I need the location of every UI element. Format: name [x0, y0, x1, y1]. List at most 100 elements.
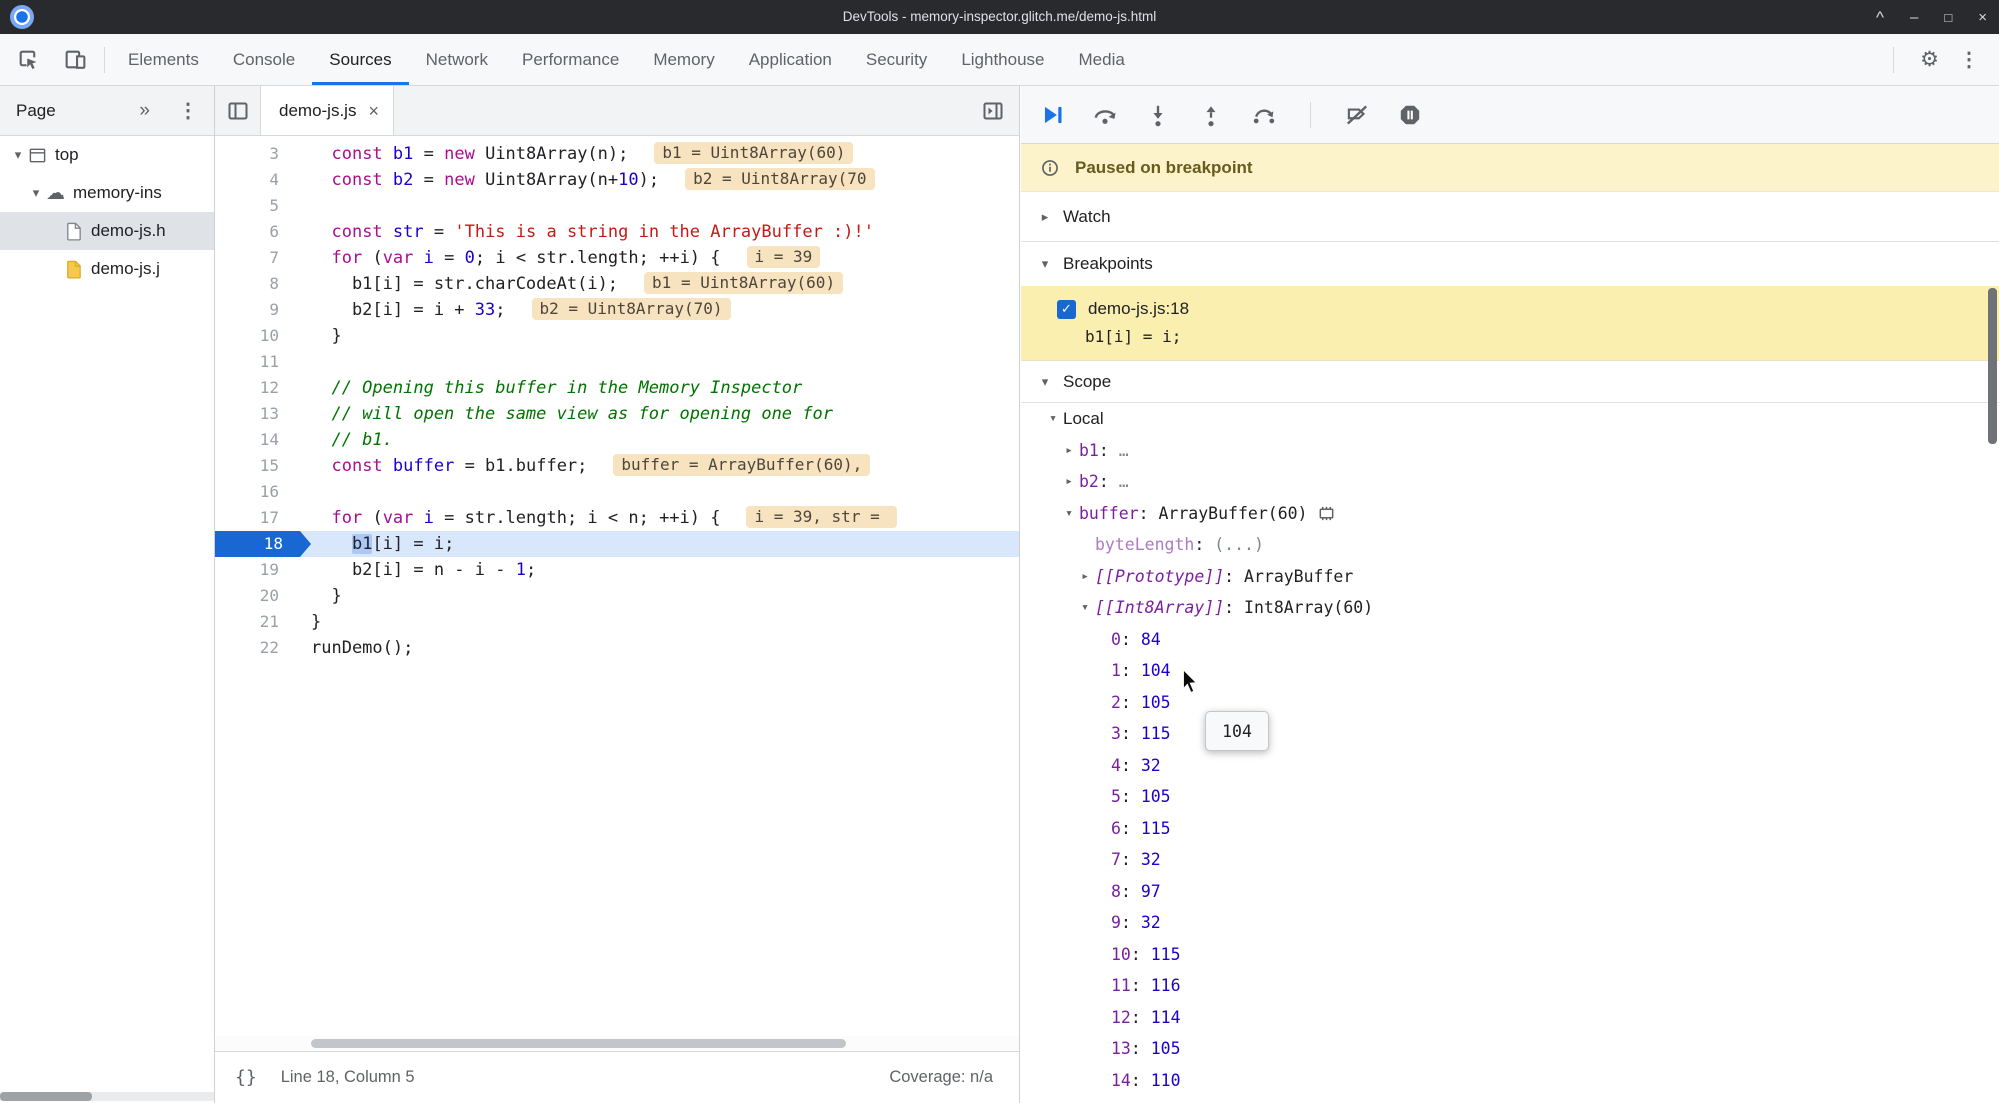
code-line-18[interactable]: 18 b1[i] = i; [215, 531, 1019, 557]
tree-item-demo-js-j[interactable]: demo-js.j [0, 250, 214, 288]
scope-row[interactable]: 6: 115 [1021, 813, 1999, 845]
pause-on-exceptions-icon[interactable] [1397, 102, 1423, 128]
line-number[interactable]: 21 [215, 609, 297, 635]
line-number[interactable]: 22 [215, 635, 297, 661]
line-number[interactable]: 19 [215, 557, 297, 583]
watch-section-header[interactable]: ▸ Watch [1021, 192, 1999, 242]
scope-row[interactable]: 5: 105 [1021, 781, 1999, 813]
code-line-8[interactable]: 8 b1[i] = str.charCodeAt(i); b1 = Uint8Ar… [215, 271, 1019, 297]
sidebar-scrollbar-thumb[interactable] [0, 1092, 92, 1101]
file-tab-demo-js[interactable]: demo-js.js × [260, 86, 394, 135]
code-line-16[interactable]: 16 [215, 479, 1019, 505]
close-tab-icon[interactable]: × [368, 102, 379, 120]
code-line-17[interactable]: 17 for (var i = str.length; i < n; ++i) … [215, 505, 1019, 531]
code-line-21[interactable]: 21} [215, 609, 1019, 635]
toggle-debugger-sidebar-icon[interactable] [980, 98, 1005, 123]
line-number[interactable]: 10 [215, 323, 297, 349]
scope-row[interactable]: 3: 115 [1021, 718, 1999, 750]
scope-row[interactable]: 2: 105 [1021, 687, 1999, 719]
line-number[interactable]: 5 [215, 193, 297, 219]
code-line-22[interactable]: 22 runDemo(); [215, 635, 1019, 661]
step-over-icon[interactable] [1092, 102, 1118, 128]
code-line-15[interactable]: 15 const buffer = b1.buffer; buffer = Arr… [215, 453, 1019, 479]
line-number[interactable]: 7 [215, 245, 297, 271]
code-line-3[interactable]: 3 const b1 = new Uint8Array(n); b1 = Uint… [215, 141, 1019, 167]
scope-section-header[interactable]: ▾ Scope [1021, 361, 1999, 403]
step-into-icon[interactable] [1145, 102, 1171, 128]
tab-sources[interactable]: Sources [312, 34, 408, 85]
code-area[interactable]: 3 const b1 = new Uint8Array(n); b1 = Uint… [215, 136, 1019, 1036]
expand-arrow-icon[interactable]: ▾ [26, 185, 46, 201]
scope-row[interactable]: ▾ Local [1021, 403, 1999, 435]
step-out-icon[interactable] [1198, 102, 1224, 128]
code-line-11[interactable]: 11 [215, 349, 1019, 375]
scope-row[interactable]: 12: 114 [1021, 1002, 1999, 1034]
inspect-element-icon[interactable] [16, 47, 41, 72]
tree-item-top[interactable]: ▾ top [0, 136, 214, 174]
expand-arrow-icon[interactable]: ▾ [1075, 600, 1095, 615]
scope-row[interactable]: 9: 32 [1021, 907, 1999, 939]
line-number[interactable]: 17 [215, 505, 297, 531]
scope-row[interactable]: 8: 97 [1021, 876, 1999, 908]
chevron-down-icon[interactable]: ▾ [1035, 256, 1055, 272]
line-number[interactable]: 9 [215, 297, 297, 323]
expand-arrow-icon[interactable]: ▸ [1059, 443, 1079, 458]
scope-row[interactable]: 0: 84 [1021, 624, 1999, 656]
expand-arrow-icon[interactable]: ▾ [1043, 411, 1063, 426]
scope-row[interactable]: 4: 32 [1021, 750, 1999, 782]
tab-security[interactable]: Security [849, 34, 944, 85]
code-line-20[interactable]: 20 } [215, 583, 1019, 609]
line-number[interactable]: 3 [215, 141, 297, 167]
code-line-4[interactable]: 4 const b2 = new Uint8Array(n+10); b2 = U… [215, 167, 1019, 193]
line-number[interactable]: 12 [215, 375, 297, 401]
tab-lighthouse[interactable]: Lighthouse [944, 34, 1061, 85]
scope-row[interactable]: ▸ [[Prototype]]: ArrayBuffer [1021, 561, 1999, 593]
scope-row[interactable]: ▾ buffer: ArrayBuffer(60) [1021, 498, 1999, 530]
tab-network[interactable]: Network [409, 34, 505, 85]
settings-gear-icon[interactable]: ⚙ [1920, 47, 1939, 72]
line-number[interactable]: 20 [215, 583, 297, 609]
tab-page[interactable]: Page [16, 101, 56, 121]
breakpoint-checkbox[interactable]: ✓ [1057, 299, 1076, 319]
editor-horizontal-scrollbar[interactable] [215, 1036, 1019, 1051]
tab-media[interactable]: Media [1062, 34, 1142, 85]
scope-row[interactable]: ▸ b1: … [1021, 435, 1999, 467]
expand-arrow-icon[interactable]: ▾ [1059, 506, 1079, 521]
scope-row[interactable]: 10: 115 [1021, 939, 1999, 971]
code-line-19[interactable]: 19 b2[i] = n - i - 1; [215, 557, 1019, 583]
scope-row[interactable]: ▸ b2: … [1021, 466, 1999, 498]
code-line-9[interactable]: 9 b2[i] = i + 33; b2 = Uint8Array(70) [215, 297, 1019, 323]
tab-application[interactable]: Application [732, 34, 849, 85]
code-line-5[interactable]: 5 [215, 193, 1019, 219]
scope-row[interactable]: 13: 105 [1021, 1033, 1999, 1065]
tab-performance[interactable]: Performance [505, 34, 636, 85]
more-tabs-icon[interactable]: » [139, 100, 150, 122]
scope-row[interactable]: 14: 110 [1021, 1065, 1999, 1097]
panel-vertical-scrollbar-thumb[interactable] [1988, 288, 1997, 444]
pretty-print-icon[interactable]: {} [235, 1067, 257, 1088]
scope-row[interactable]: 1: 104 [1021, 655, 1999, 687]
line-number[interactable]: 11 [215, 349, 297, 375]
maximize-icon[interactable]: □ [1944, 11, 1952, 24]
chevron-down-icon[interactable]: ▾ [1035, 374, 1055, 390]
sidebar-horizontal-scrollbar[interactable] [0, 1092, 214, 1101]
code-line-13[interactable]: 13 // will open the same view as for ope… [215, 401, 1019, 427]
tab-elements[interactable]: Elements [111, 34, 216, 85]
line-number[interactable]: 4 [215, 167, 297, 193]
chevron-right-icon[interactable]: ▸ [1035, 209, 1055, 225]
scope-row[interactable]: 7: 32 [1021, 844, 1999, 876]
minimize-icon[interactable]: – [1910, 10, 1918, 25]
keep-on-top-icon[interactable]: ^ [1876, 9, 1884, 26]
tree-item-demo-js-h[interactable]: demo-js.h [0, 212, 214, 250]
step-icon[interactable] [1251, 102, 1277, 128]
line-number[interactable]: 6 [215, 219, 297, 245]
editor-scrollbar-thumb[interactable] [311, 1039, 846, 1048]
code-line-6[interactable]: 6 const str = 'This is a string in the A… [215, 219, 1019, 245]
expand-arrow-icon[interactable]: ▸ [1075, 569, 1095, 584]
resume-icon[interactable] [1039, 102, 1065, 128]
code-line-10[interactable]: 10 } [215, 323, 1019, 349]
breakpoints-section-header[interactable]: ▾ Breakpoints [1021, 242, 1999, 286]
tree-item-memory-ins[interactable]: ▾ ☁ memory-ins [0, 174, 214, 212]
deactivate-breakpoints-icon[interactable] [1344, 102, 1370, 128]
line-number[interactable]: 13 [215, 401, 297, 427]
